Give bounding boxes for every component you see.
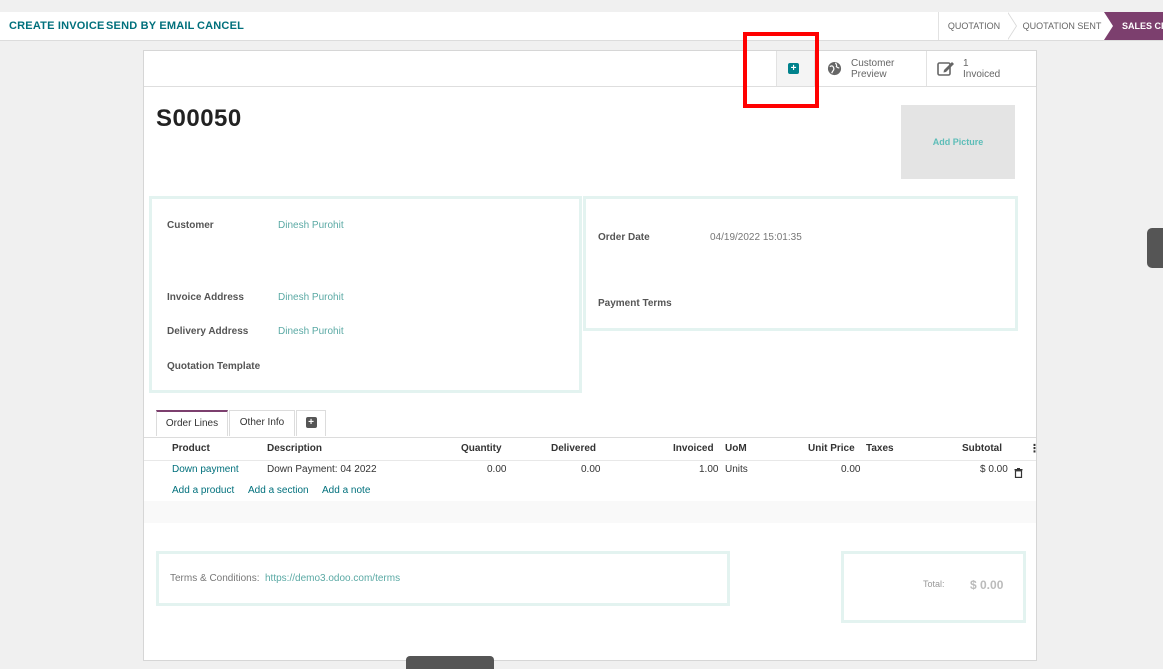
- column-taxes[interactable]: Taxes: [866, 443, 894, 454]
- add-picture-placeholder[interactable]: Add Picture: [901, 105, 1015, 179]
- column-invoiced[interactable]: Invoiced: [673, 443, 714, 454]
- status-quotation[interactable]: QUOTATION: [938, 12, 1009, 40]
- quotation-template-label: Quotation Template: [167, 361, 261, 372]
- vertical-dots-icon[interactable]: ⋮: [1029, 442, 1040, 455]
- create-invoice-button[interactable]: CREATE INVOICE: [9, 20, 105, 32]
- status-sales-order-label: SALES CR: [1122, 21, 1163, 31]
- customer-group: Customer Dinesh Purohit Invoice Address …: [149, 196, 582, 393]
- status-separator: [1007, 12, 1020, 40]
- terms-label: Terms & Conditions:: [170, 573, 260, 584]
- invoice-address-field[interactable]: Dinesh Purohit: [278, 292, 344, 303]
- order-info-group: Order Date 04/19/2022 15:01:35 Payment T…: [583, 196, 1018, 331]
- status-quotation-label: QUOTATION: [947, 21, 1001, 31]
- order-lines-header: Product Description Quantity Delivered I…: [144, 437, 1040, 461]
- column-subtotal[interactable]: Subtotal: [962, 443, 1002, 454]
- row-quantity: 0.00: [487, 464, 507, 475]
- add-smart-button[interactable]: +: [776, 51, 814, 86]
- status-sales-order[interactable]: SALES CR: [1104, 12, 1163, 40]
- column-delivered[interactable]: Delivered: [551, 443, 596, 454]
- invoiced-label: Invoiced: [963, 69, 1001, 80]
- row-description: Down Payment: 04 2022: [267, 464, 377, 475]
- customer-label: Customer: [167, 220, 214, 231]
- tab-order-lines[interactable]: Order Lines: [156, 410, 228, 436]
- order-date-field[interactable]: 04/19/2022 15:01:35: [710, 232, 802, 243]
- order-date-label: Order Date: [598, 232, 650, 243]
- tab-other-info[interactable]: Other Info: [229, 410, 295, 436]
- tab-add[interactable]: +: [296, 410, 326, 436]
- table-row[interactable]: Down payment Down Payment: 04 2022 0.00 …: [144, 460, 1036, 480]
- button-box: + Customer Preview 1 Invoiced: [144, 51, 1036, 87]
- control-panel: CREATE INVOICE SEND BY EMAIL CANCEL QUOT…: [0, 12, 1163, 41]
- row-subtotal: $ 0.00: [980, 464, 1008, 475]
- invoiced-count: 1: [963, 58, 969, 69]
- column-product[interactable]: Product: [172, 443, 210, 454]
- terms-link[interactable]: https://demo3.odoo.com/terms: [265, 573, 400, 584]
- status-quotation-sent[interactable]: QUOTATION SENT: [1020, 12, 1104, 40]
- globe-icon: [827, 61, 842, 81]
- row-invoiced: 1.00: [699, 464, 719, 475]
- customer-field[interactable]: Dinesh Purohit: [278, 220, 344, 231]
- column-description[interactable]: Description: [267, 443, 322, 454]
- add-product-link[interactable]: Add a product: [172, 485, 234, 496]
- send-by-email-button[interactable]: SEND BY EMAIL: [106, 20, 195, 32]
- column-quantity[interactable]: Quantity: [461, 443, 502, 454]
- row-uom: Units: [725, 464, 748, 475]
- edit-icon: [937, 60, 955, 82]
- plus-icon: +: [305, 417, 317, 428]
- empty-row: [144, 501, 1036, 523]
- plus-icon: +: [788, 63, 799, 74]
- customer-preview-label-2: Preview: [851, 69, 887, 80]
- add-line-row: Add a product Add a section Add a note: [144, 481, 1036, 501]
- delivery-address-field[interactable]: Dinesh Purohit: [278, 326, 344, 337]
- total-label: Total:: [923, 579, 945, 589]
- side-panel-handle[interactable]: [1147, 228, 1163, 268]
- delivery-address-label: Delivery Address: [167, 326, 249, 337]
- column-unit-price[interactable]: Unit Price: [808, 443, 855, 454]
- row-delivered: 0.00: [581, 464, 601, 475]
- column-uom[interactable]: UoM: [725, 443, 747, 454]
- customer-preview-label-1: Customer: [851, 58, 895, 69]
- add-section-link[interactable]: Add a section: [248, 485, 309, 496]
- form-sheet: + Customer Preview 1 Invoiced S00050 Add…: [143, 50, 1040, 661]
- customer-preview-button[interactable]: Customer Preview: [814, 51, 926, 86]
- total-value: $ 0.00: [970, 578, 1004, 592]
- invoices-button[interactable]: 1 Invoiced: [926, 51, 1036, 86]
- status-quotation-sent-label: QUOTATION SENT: [1022, 21, 1102, 31]
- row-product[interactable]: Down payment: [172, 464, 239, 475]
- cancel-button[interactable]: CANCEL: [197, 20, 244, 32]
- bottom-panel-tab[interactable]: [406, 656, 494, 669]
- invoice-address-label: Invoice Address: [167, 292, 244, 303]
- add-note-link[interactable]: Add a note: [322, 485, 370, 496]
- terms-group: Terms & Conditions: https://demo3.odoo.c…: [156, 551, 730, 606]
- totals-group: Total: $ 0.00: [841, 551, 1026, 623]
- row-unit-price: 0.00: [841, 464, 861, 475]
- payment-terms-label: Payment Terms: [598, 298, 672, 309]
- page-title: S00050: [156, 105, 242, 132]
